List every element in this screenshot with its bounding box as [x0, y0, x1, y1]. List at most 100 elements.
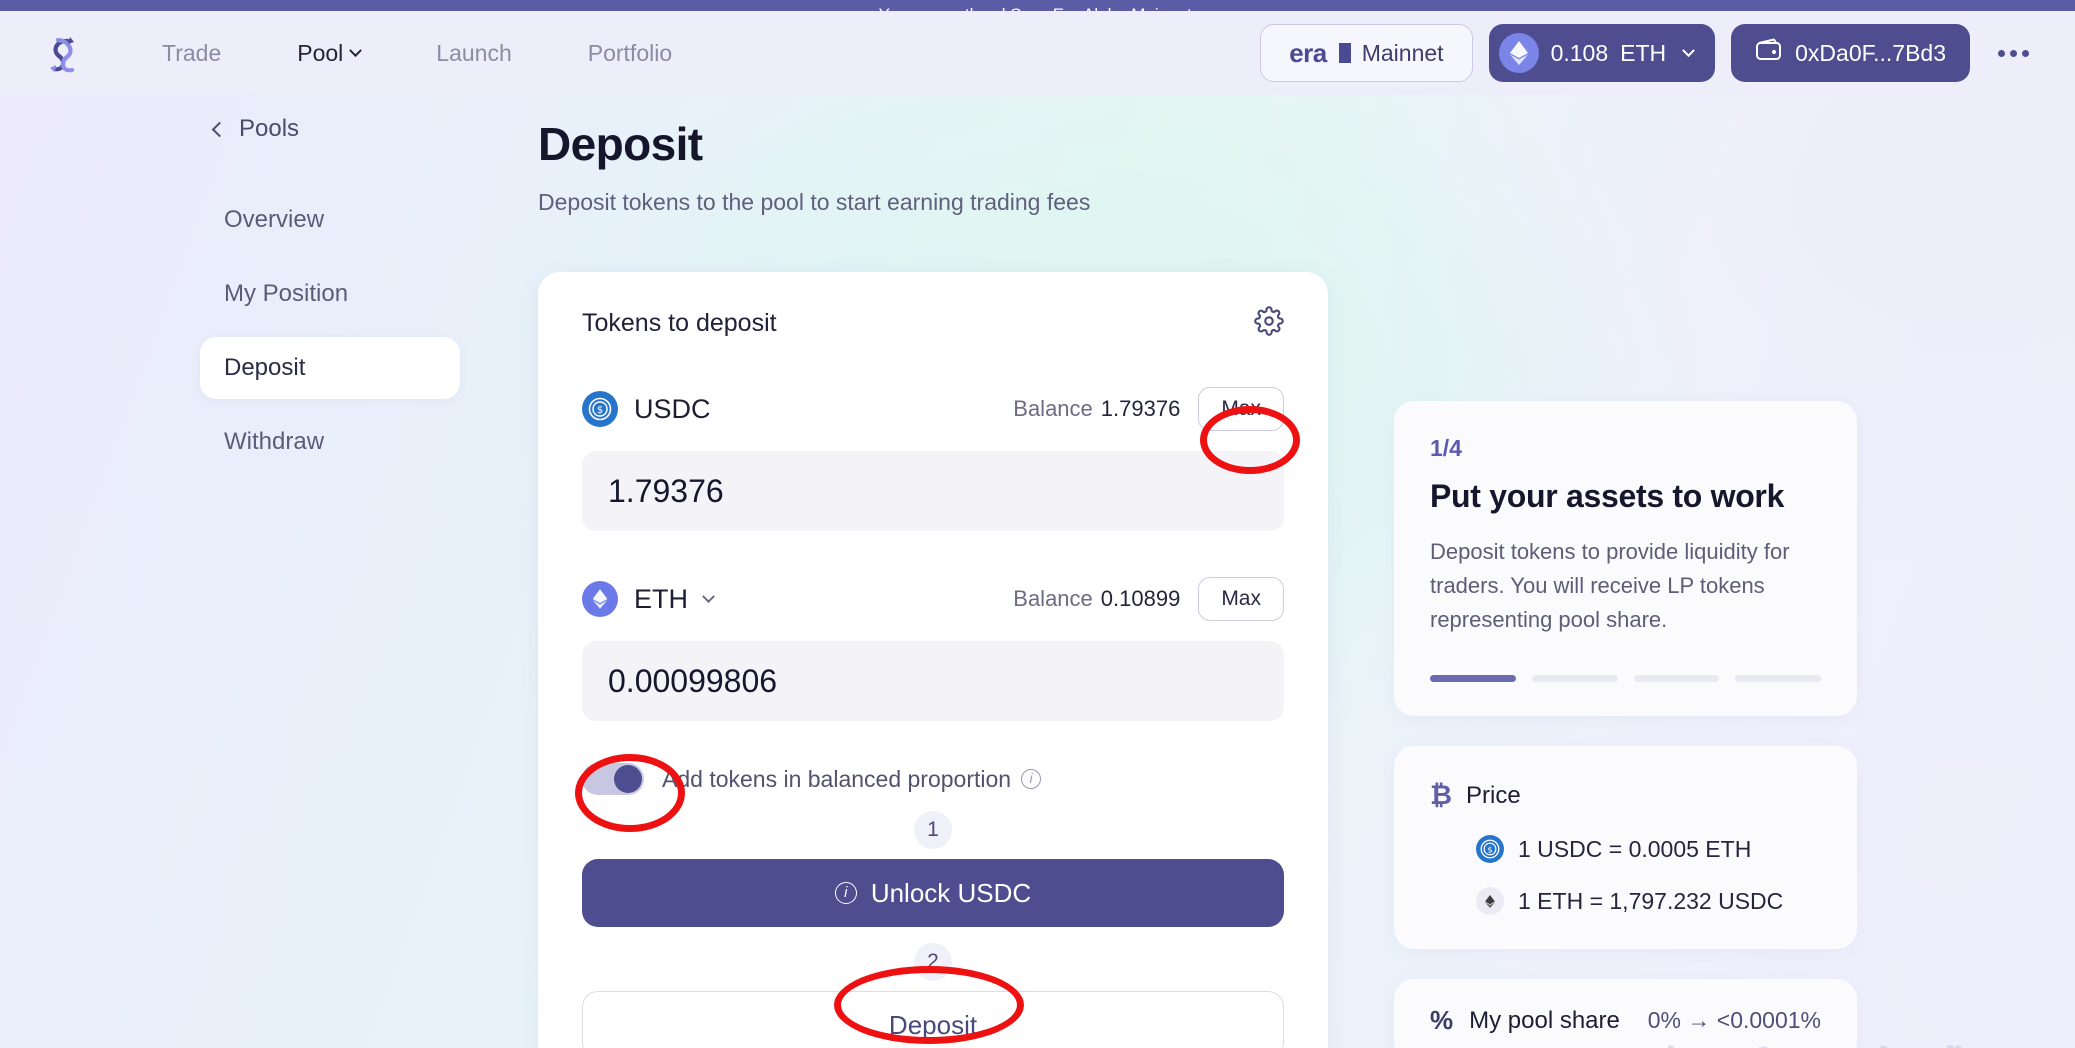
sidebar-item-label: Deposit [224, 354, 306, 381]
chevron-down-icon [349, 43, 363, 57]
promo-dot-2[interactable] [1531, 675, 1618, 683]
bitcoin-icon: ₿ [1430, 780, 1453, 811]
token-balance-eth: Balance 0.10899 Max [1013, 577, 1284, 621]
card-title: Tokens to deposit [582, 309, 777, 337]
breadcrumb-back-pools[interactable]: Pools [200, 115, 460, 143]
promo-dot-3[interactable] [1633, 675, 1720, 683]
info-icon[interactable]: i [1021, 769, 1042, 789]
syncswap-logo-icon[interactable] [34, 25, 90, 81]
page-title: Deposit [538, 118, 703, 170]
network-name-label: Mainnet [1361, 39, 1444, 66]
deposit-button[interactable]: Deposit [582, 991, 1284, 1048]
more-horizontal-icon[interactable] [1986, 49, 2041, 57]
sidebar-item-deposit[interactable]: Deposit [200, 337, 460, 399]
balanced-proportion-label-wrap: Add tokens in balanced proportion i [662, 765, 1042, 793]
sidebar-item-label: Overview [224, 206, 325, 233]
nav-item-launch-label: Launch [436, 39, 512, 66]
balanced-proportion-row: Add tokens in balanced proportion i [582, 763, 1284, 795]
max-button-eth[interactable]: Max [1198, 577, 1284, 621]
eth-balance-symbol: ETH [1620, 39, 1667, 66]
price-row-usdc: $ 1 USDC = 0.0005 ETH [1430, 835, 1821, 864]
percent-icon: % [1430, 1005, 1454, 1036]
balance-value: 1.79376 [1100, 396, 1181, 421]
pool-share-label-wrap: % My pool share [1430, 1005, 1620, 1036]
step-badge-2: 2 [914, 943, 952, 981]
svg-text:$: $ [1487, 845, 1492, 855]
network-selector[interactable]: era Mainnet [1260, 24, 1473, 82]
sidebar-item-overview[interactable]: Overview [200, 189, 460, 251]
balance-label: Balance 0.10899 [1013, 586, 1180, 612]
wallet-address-pill[interactable]: 0xDa0F...7Bd3 [1731, 24, 1970, 82]
price-row-eth: 1 ETH = 1,797.232 USDC [1430, 887, 1821, 916]
balanced-proportion-label: Add tokens in balanced proportion [662, 765, 1012, 792]
usdc-coin-icon: $ [582, 391, 618, 427]
promo-pagination [1430, 675, 1821, 683]
era-brand-label: era [1289, 37, 1327, 68]
deposit-button-label: Deposit [888, 1009, 978, 1040]
nav-item-launch[interactable]: Launch [398, 40, 549, 67]
promo-dot-4[interactable] [1735, 675, 1821, 683]
price-card: ₿ Price $ 1 USDC = 0.0005 ETH 1 ETH = 1,… [1394, 746, 1857, 950]
nav-item-portfolio-label: Portfolio [587, 39, 673, 66]
token-balance-usdc: Balance 1.79376 Max [1013, 387, 1284, 431]
token-identity-usdc: $ USDC [582, 391, 711, 427]
promo-body: Deposit tokens to provide liquidity for … [1430, 539, 1790, 633]
usdc-coin-icon: $ [1476, 835, 1504, 864]
eth-balance-amount: 0.108 [1550, 39, 1609, 66]
pool-sidebar: Pools Overview My Position Deposit Withd… [200, 115, 460, 485]
svg-text:$: $ [597, 405, 603, 416]
eth-balance-pill[interactable]: 0.108 ETH [1488, 24, 1716, 82]
balance-label-text: Balance [1013, 586, 1093, 611]
amount-input-usdc-value: 1.79376 [608, 472, 724, 509]
balance-label-text: Balance [1013, 396, 1093, 421]
toggle-knob [614, 765, 642, 793]
deposit-column: Deposit Deposit tokens to the pool to st… [538, 117, 1328, 1048]
main-nav: Trade Pool Launch Portfolio [124, 40, 710, 67]
price-card-header: ₿ Price [1430, 780, 1821, 811]
unlock-usdc-label: Unlock USDC [870, 877, 1032, 908]
promo-title: Put your assets to work [1430, 478, 1785, 514]
nav-item-trade-label: Trade [162, 39, 222, 66]
token-identity-eth[interactable]: ETH [582, 581, 715, 617]
promo-dot-1[interactable] [1430, 675, 1516, 683]
page-body: Pools Overview My Position Deposit Withd… [0, 95, 2075, 1048]
network-alert-banner: You are on the zkSync Era Alpha Mainnet. [0, 0, 2075, 11]
token-row-eth: ETH Balance 0.10899 Max [582, 577, 1284, 621]
tokens-to-deposit-card: Tokens to deposit $ USDC Balance 1.79376… [538, 272, 1328, 1048]
price-row-usdc-text: 1 USDC = 0.0005 ETH [1518, 835, 1752, 862]
unlock-usdc-button[interactable]: i Unlock USDC [582, 859, 1284, 927]
eth-coin-icon [582, 581, 618, 617]
chevron-down-icon [702, 589, 715, 603]
promo-card: 1/4 Put your assets to work Deposit toke… [1394, 401, 1857, 717]
sidebar-item-my-position[interactable]: My Position [200, 263, 460, 325]
promo-step-counter: 1/4 [1430, 435, 1462, 461]
watermark: 知乎 @小威 [1660, 1028, 1970, 1048]
token-row-usdc: $ USDC Balance 1.79376 Max [582, 387, 1284, 431]
nav-item-trade[interactable]: Trade [124, 40, 259, 67]
max-button-usdc[interactable]: Max [1198, 387, 1284, 431]
amount-input-usdc[interactable]: 1.79376 [582, 451, 1284, 531]
info-icon: i [834, 882, 857, 904]
nav-item-pool[interactable]: Pool [259, 40, 398, 67]
nav-item-pool-label: Pool [297, 39, 344, 66]
breadcrumb-label: Pools [239, 115, 300, 142]
token-symbol: ETH [634, 583, 688, 614]
page-subtitle: Deposit tokens to the pool to start earn… [538, 189, 1091, 215]
eth-coin-icon [1498, 33, 1539, 73]
info-column: 1/4 Put your assets to work Deposit toke… [1394, 401, 1857, 1048]
pool-share-label: My pool share [1469, 1006, 1620, 1034]
app-header: Trade Pool Launch Portfolio era Mainnet [0, 11, 2075, 95]
nav-item-portfolio[interactable]: Portfolio [550, 40, 710, 67]
balance-value: 0.10899 [1100, 586, 1181, 611]
gear-icon[interactable] [1254, 306, 1284, 341]
balance-label: Balance 1.79376 [1013, 396, 1180, 422]
step-badge-1: 1 [914, 811, 952, 849]
wallet-address-label: 0xDa0F...7Bd3 [1795, 39, 1946, 66]
sidebar-item-label: My Position [224, 280, 349, 307]
sidebar-item-label: Withdraw [224, 428, 325, 455]
balanced-proportion-toggle[interactable] [582, 763, 644, 795]
wallet-icon [1755, 38, 1783, 68]
chevron-down-icon [1682, 43, 1695, 57]
sidebar-item-withdraw[interactable]: Withdraw [200, 411, 460, 473]
amount-input-eth[interactable]: 0.00099806 [582, 641, 1284, 721]
